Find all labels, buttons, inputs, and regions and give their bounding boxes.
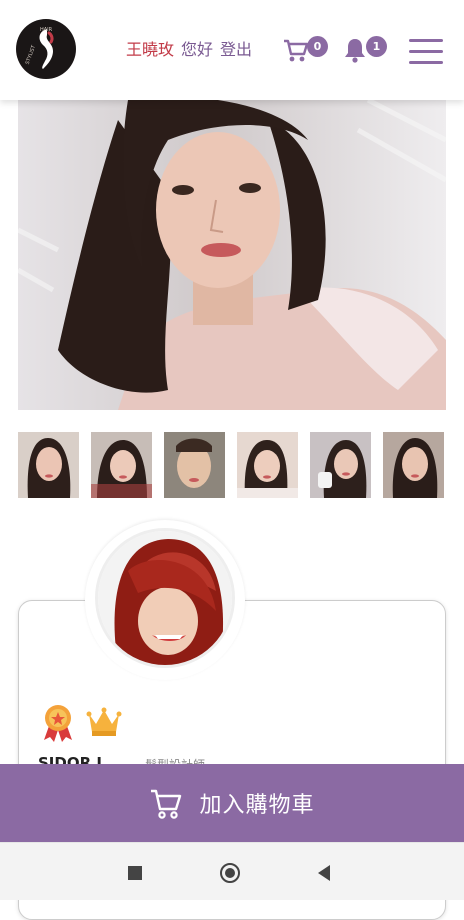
cart-count-badge[interactable]: 0	[307, 36, 328, 57]
thumbnail-2[interactable]	[91, 432, 152, 498]
cart-icon[interactable]	[283, 36, 309, 64]
main-photo[interactable]	[18, 100, 446, 410]
add-to-cart-button[interactable]: 加入購物車	[0, 764, 464, 842]
add-to-cart-label: 加入購物車	[199, 793, 315, 818]
hamburger-menu-icon[interactable]	[409, 39, 443, 65]
thumbnail-strip	[18, 432, 446, 498]
portrait-image	[18, 100, 446, 410]
top-header: HAIR STYLIST 王曉玫 您好 登出 0 1	[0, 0, 464, 100]
system-nav-bar	[0, 842, 464, 900]
user-greeting: 王曉玫 您好 登出	[126, 36, 252, 60]
thumbnail-6[interactable]	[383, 432, 444, 498]
recent-apps-icon[interactable]	[128, 866, 142, 880]
cart-outline-icon	[151, 789, 182, 819]
logout-link[interactable]: 登出	[220, 36, 252, 60]
greeting-text: 您好	[181, 40, 214, 59]
bell-icon[interactable]	[342, 36, 368, 64]
stylist-avatar[interactable]	[95, 528, 235, 668]
back-icon[interactable]	[318, 865, 330, 881]
thumbnail-4[interactable]	[237, 432, 298, 498]
logo-small-text: HAIR	[40, 27, 53, 33]
crown-icon	[86, 707, 122, 736]
notification-count-badge[interactable]: 1	[366, 36, 387, 57]
home-icon[interactable]	[220, 863, 240, 883]
medal-icon	[44, 705, 72, 742]
brand-logo[interactable]: HAIR STYLIST	[16, 19, 76, 79]
thumbnail-5[interactable]	[310, 432, 371, 498]
thumbnail-1[interactable]	[18, 432, 79, 498]
user-name[interactable]: 王曉玫	[126, 36, 174, 60]
thumbnail-3[interactable]	[164, 432, 225, 498]
